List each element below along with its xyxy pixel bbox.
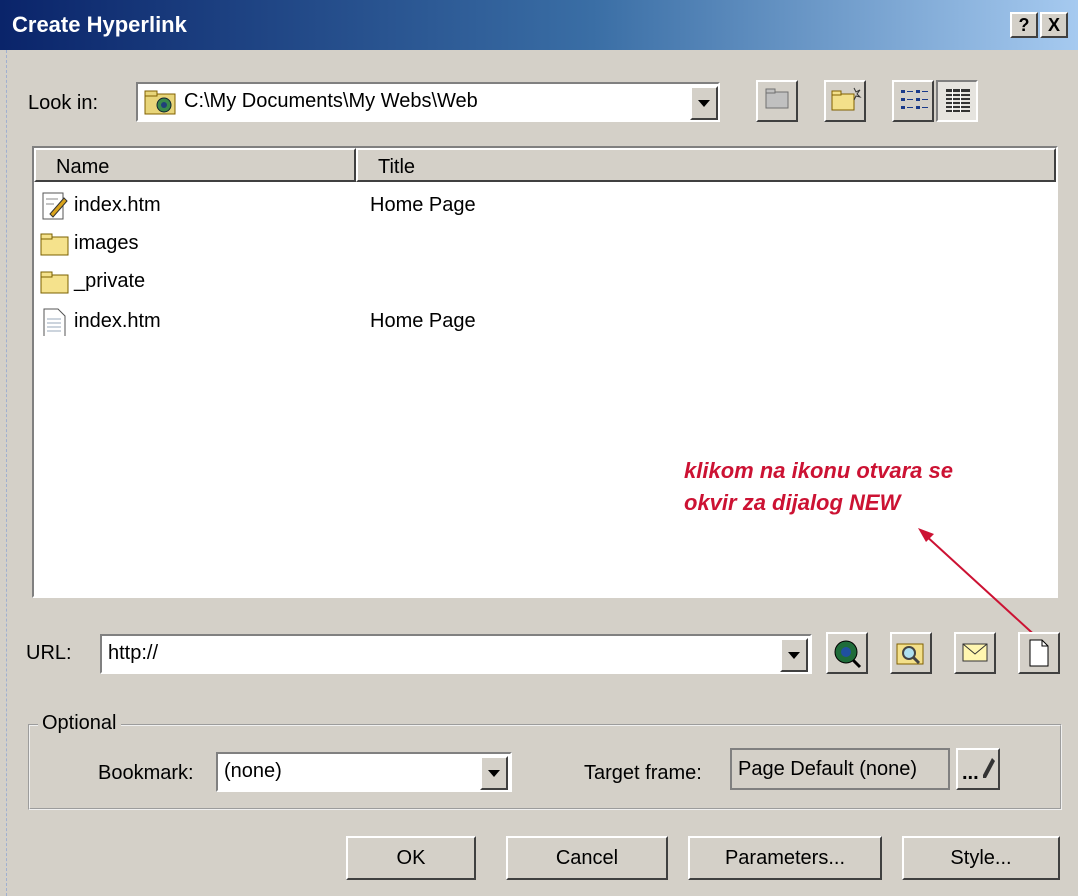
look-in-label: Look in: [28, 92, 99, 114]
list-view-icon [901, 90, 928, 109]
file-title: Home Page [370, 310, 476, 332]
email-link-button[interactable] [954, 632, 996, 674]
ok-button[interactable]: OK [346, 836, 476, 880]
cancel-button[interactable]: Cancel [506, 836, 668, 880]
url-combo[interactable]: http:// [100, 634, 812, 674]
annotation-line-2: okvir za dijalog NEW [684, 490, 901, 515]
target-frame-button[interactable]: ... [956, 748, 1000, 790]
column-header-title[interactable]: Title [356, 148, 1056, 182]
bookmark-label: Bookmark: [98, 762, 194, 784]
list-view-button[interactable] [892, 80, 934, 122]
new-folder-icon [831, 87, 862, 111]
new-page-icon [1029, 639, 1049, 667]
list-item[interactable]: images [40, 224, 1040, 262]
column-header-name[interactable]: Name [34, 148, 356, 182]
parameters-button[interactable]: Parameters... [688, 836, 882, 880]
file-title: Home Page [370, 194, 476, 216]
bookmark-dropdown-button[interactable] [480, 756, 508, 790]
pencil-icon [983, 758, 995, 778]
envelope-icon [962, 643, 988, 662]
optional-legend: Optional [38, 712, 121, 735]
close-button[interactable]: X [1040, 12, 1068, 38]
target-frame-field: Page Default (none) [730, 748, 950, 790]
annotation-line-1: klikom na ikonu otvara se [684, 458, 953, 483]
dialog-title: Create Hyperlink [12, 12, 187, 37]
new-page-button[interactable] [1018, 632, 1060, 674]
list-item[interactable]: index.htm Home Page [40, 186, 1040, 224]
file-name: images [74, 232, 139, 254]
target-frame-value: Page Default (none) [738, 758, 918, 780]
file-name: index.htm [74, 194, 161, 216]
folder-icon [40, 271, 69, 294]
browse-web-button[interactable] [826, 632, 868, 674]
url-dropdown-button[interactable] [780, 638, 808, 672]
target-frame-label: Target frame: [584, 762, 702, 784]
details-view-button[interactable] [936, 80, 978, 122]
target-frame-button-dots: ... [962, 762, 979, 784]
url-input[interactable]: http:// [108, 642, 158, 665]
create-new-folder-button[interactable] [824, 80, 866, 122]
up-one-level-button[interactable] [756, 80, 798, 122]
annotation-text: klikom na ikonu otvara se okvir za dijal… [684, 456, 953, 518]
style-button[interactable]: Style... [902, 836, 1060, 880]
file-name: _private [74, 270, 146, 292]
edited-page-icon [42, 192, 68, 220]
list-item[interactable]: index.htm Home Page [40, 302, 1040, 340]
bookmark-combo[interactable]: (none) [216, 752, 512, 792]
bookmark-value: (none) [224, 760, 282, 782]
file-name: index.htm [74, 310, 161, 332]
help-button[interactable]: ? [1010, 12, 1038, 38]
page-icon [43, 308, 66, 336]
folder-up-icon [765, 88, 789, 109]
look-in-value: C:\My Documents\My Webs\Web [184, 90, 478, 112]
web-folder-icon [144, 90, 176, 115]
folder-search-icon [896, 643, 924, 665]
globe-search-icon [834, 640, 862, 669]
details-view-icon [946, 89, 970, 112]
look-in-combo[interactable]: C:\My Documents\My Webs\Web [136, 82, 720, 122]
list-item[interactable]: _private [40, 262, 1040, 300]
annotation-arrow-icon [918, 528, 1041, 641]
slide-edge-guide [0, 50, 7, 896]
title-bar[interactable]: Create Hyperlink ? X [0, 0, 1078, 50]
look-in-dropdown-button[interactable] [690, 86, 718, 120]
folder-icon [40, 233, 69, 256]
browse-file-button[interactable] [890, 632, 932, 674]
url-label: URL: [26, 642, 72, 664]
